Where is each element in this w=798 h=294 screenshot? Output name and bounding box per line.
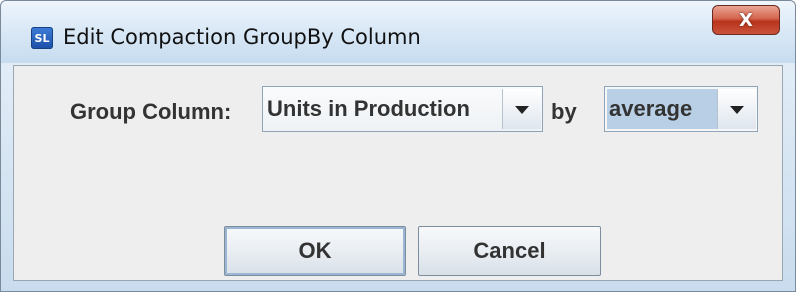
close-button[interactable]: X	[712, 5, 780, 35]
app-logo-text: SL	[34, 31, 50, 45]
by-label: by	[551, 99, 577, 124]
chevron-down-icon[interactable]	[717, 89, 756, 129]
dialog-content: Group Column: Units in Production by ave…	[13, 65, 783, 281]
close-icon: X	[739, 9, 753, 31]
chevron-down-icon[interactable]	[502, 89, 541, 129]
app-logo-icon: SL	[31, 27, 53, 49]
title-bar[interactable]: SL Edit Compaction GroupBy Column X	[1, 1, 795, 63]
aggregate-function-select[interactable]: average	[604, 86, 758, 132]
cancel-button[interactable]: Cancel	[418, 226, 601, 276]
aggregate-function-value: average	[609, 96, 693, 121]
group-column-select[interactable]: Units in Production	[262, 86, 543, 132]
window-title: Edit Compaction GroupBy Column	[63, 25, 421, 49]
group-column-value: Units in Production	[267, 96, 470, 121]
ok-button[interactable]: OK	[224, 226, 406, 276]
group-column-label: Group Column:	[70, 99, 232, 124]
dialog-window: SL Edit Compaction GroupBy Column X Grou…	[0, 0, 796, 292]
